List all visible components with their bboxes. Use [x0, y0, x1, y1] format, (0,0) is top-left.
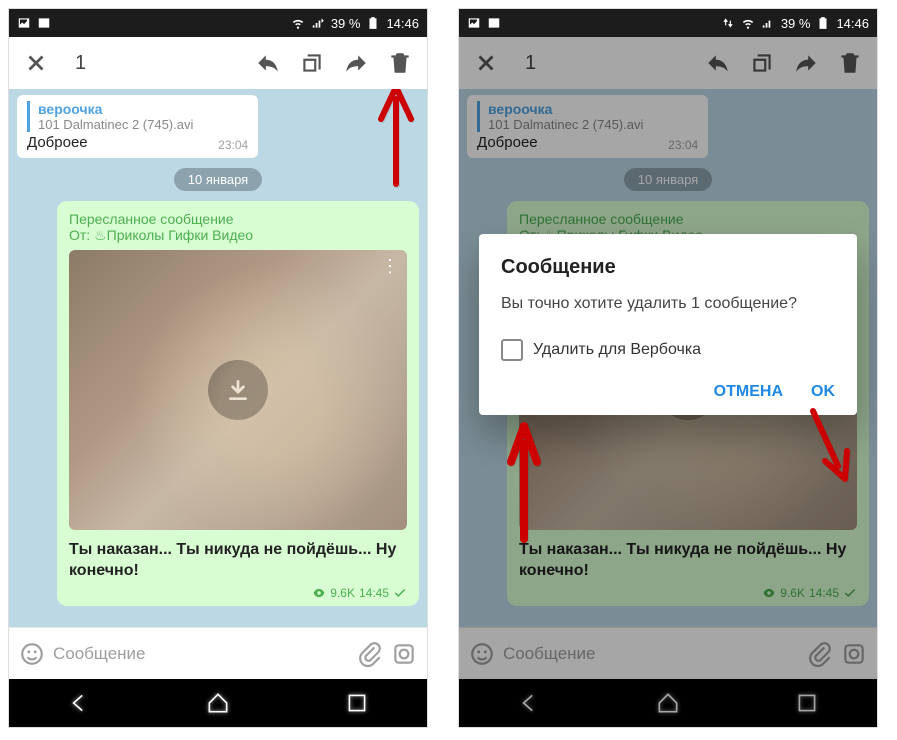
forwarded-from-channel: ♨Приколы Гифки Видео: [94, 227, 253, 243]
views-count: 9.6K: [330, 586, 355, 600]
clock: 14:46: [836, 16, 869, 31]
chat-area: вероочка 101 Dalmatinec 2 (745).avi Добр…: [9, 89, 427, 627]
selection-toolbar: 1: [9, 37, 427, 89]
mic-icon[interactable]: [391, 641, 417, 667]
reply-text: Доброее: [27, 134, 88, 151]
forwarded-label: Пересланное сообщение: [69, 211, 407, 227]
download-button[interactable]: [208, 360, 268, 420]
wifi-icon: [291, 16, 305, 30]
nav-home[interactable]: [205, 690, 231, 716]
picture-icon: [467, 16, 481, 30]
input-bar: [9, 627, 427, 679]
checkbox-label: Удалить для Вербочка: [533, 341, 701, 359]
updown-icon: [721, 16, 735, 30]
close-icon[interactable]: [23, 50, 49, 76]
message-meta: 9.6K 14:45: [69, 586, 407, 600]
battery-percent: 39 %: [331, 16, 361, 31]
reply-sender: вероочка: [38, 101, 248, 117]
wifi-icon: [741, 16, 755, 30]
nav-back[interactable]: [66, 690, 92, 716]
battery-icon: [366, 16, 380, 30]
dialog-body: Вы точно хотите удалить 1 сообщение?: [501, 293, 835, 315]
forwarded-from: От: ♨Приколы Гифки Видео: [69, 227, 407, 244]
graph-icon: [487, 16, 501, 30]
emoji-icon[interactable]: [19, 641, 45, 667]
cancel-button[interactable]: ОТМЕНА: [714, 383, 783, 401]
more-icon[interactable]: ⋮: [381, 256, 399, 277]
signal-icon: [311, 16, 325, 30]
forwarded-message[interactable]: Пересланное сообщение От: ♨Приколы Гифки…: [57, 201, 419, 606]
reply-time: 23:04: [218, 138, 248, 152]
delete-dialog: Сообщение Вы точно хотите удалить 1 сооб…: [479, 234, 857, 415]
check-icon: [393, 586, 407, 600]
message-caption: Ты наказан... Ты никуда не пойдёшь... Ну…: [69, 540, 407, 582]
delete-for-all-checkbox[interactable]: [501, 339, 523, 361]
ok-button[interactable]: OK: [811, 383, 835, 401]
nav-recent[interactable]: [344, 690, 370, 716]
dialog-title: Сообщение: [501, 256, 835, 279]
battery-icon: [816, 16, 830, 30]
reply-filename: 101 Dalmatinec 2 (745).avi: [38, 117, 248, 132]
date-chip: 10 января: [174, 168, 262, 191]
message-time: 14:45: [359, 586, 389, 600]
phone-right: 39 % 14:46 1 вероочка 101 Dalmatinec 2 (…: [458, 8, 878, 728]
status-bar: 39 % 14:46: [459, 9, 877, 37]
reply-icon[interactable]: [255, 50, 281, 76]
reply-message[interactable]: вероочка 101 Dalmatinec 2 (745).avi Добр…: [17, 95, 258, 158]
status-bar: 39 % 14:46: [9, 9, 427, 37]
graph-icon: [37, 16, 51, 30]
download-icon: [225, 377, 251, 403]
eye-icon: [312, 586, 326, 600]
selection-count: 1: [75, 52, 86, 75]
delete-icon[interactable]: [387, 50, 413, 76]
forward-icon[interactable]: [343, 50, 369, 76]
nav-bar: [9, 679, 427, 727]
picture-icon: [17, 16, 31, 30]
attach-icon[interactable]: [357, 641, 383, 667]
battery-percent: 39 %: [781, 16, 811, 31]
phone-left: 39 % 14:46 1 вероочка 101 Dalmatinec 2 (…: [8, 8, 428, 728]
signal-icon: [761, 16, 775, 30]
message-input[interactable]: [53, 644, 349, 664]
clock: 14:46: [386, 16, 419, 31]
video-thumbnail[interactable]: ⋮: [69, 250, 407, 530]
forwarded-from-prefix: От:: [69, 227, 90, 243]
copy-icon[interactable]: [299, 50, 325, 76]
